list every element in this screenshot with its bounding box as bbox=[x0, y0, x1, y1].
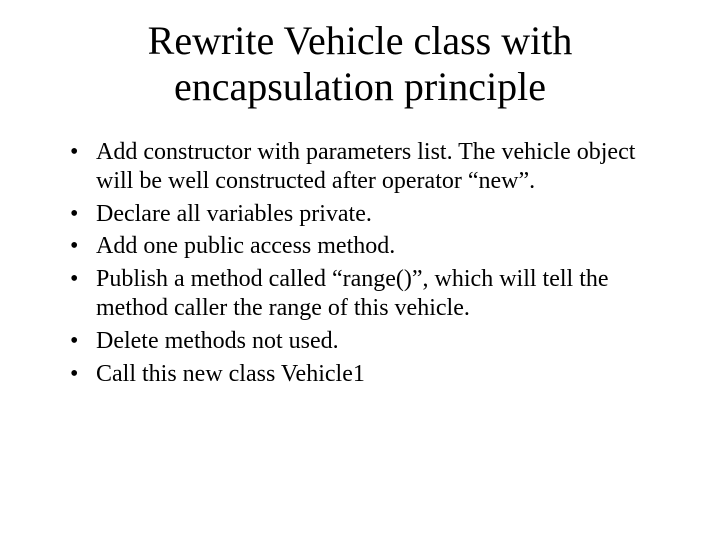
bullet-list: Add constructor with parameters list. Th… bbox=[50, 138, 670, 388]
bullet-text: Publish a method called “range()”, which… bbox=[96, 266, 609, 321]
bullet-text: Call this new class Vehicle1 bbox=[96, 361, 365, 387]
bullet-text: Add one public access method. bbox=[96, 233, 395, 259]
title-line-2: encapsulation principle bbox=[174, 64, 546, 109]
list-item: Add constructor with parameters list. Th… bbox=[70, 138, 670, 196]
bullet-text: Add constructor with parameters list. Th… bbox=[96, 139, 635, 194]
list-item: Publish a method called “range()”, which… bbox=[70, 265, 670, 323]
slide: Rewrite Vehicle class with encapsulation… bbox=[0, 0, 720, 540]
list-item: Delete methods not used. bbox=[70, 327, 670, 356]
list-item: Add one public access method. bbox=[70, 232, 670, 261]
slide-title: Rewrite Vehicle class with encapsulation… bbox=[50, 18, 670, 110]
bullet-text: Declare all variables private. bbox=[96, 201, 372, 227]
bullet-text: Delete methods not used. bbox=[96, 328, 339, 354]
title-line-1: Rewrite Vehicle class with bbox=[148, 18, 573, 63]
list-item: Declare all variables private. bbox=[70, 200, 670, 229]
list-item: Call this new class Vehicle1 bbox=[70, 360, 670, 389]
